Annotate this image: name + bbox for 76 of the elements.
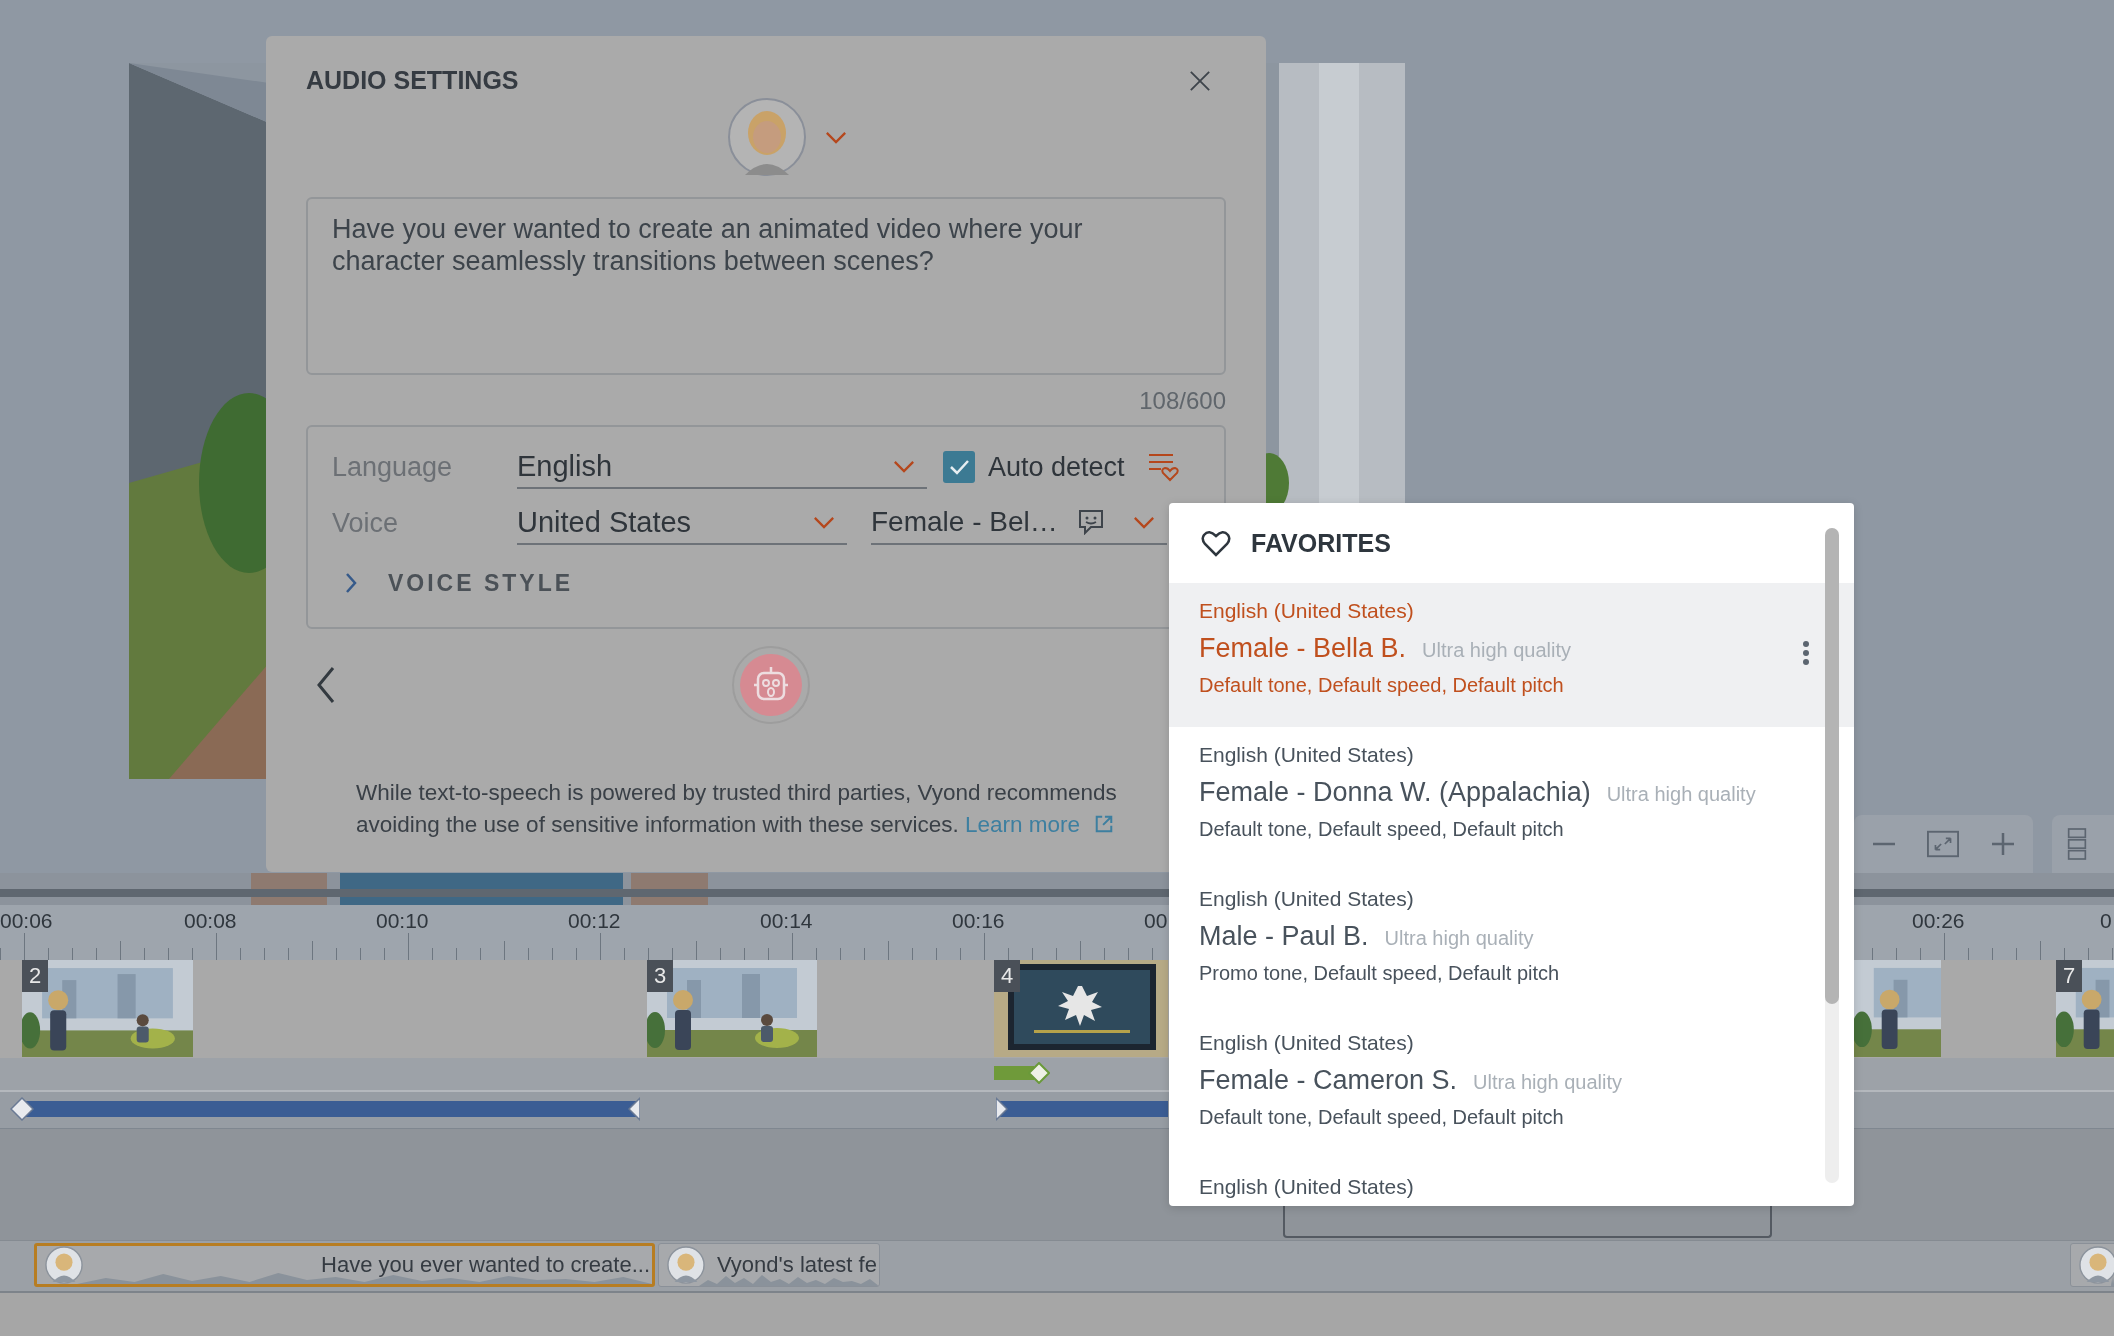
- time-label: 00:10: [376, 909, 429, 933]
- time-label: 00:12: [568, 909, 621, 933]
- external-link-icon: [1094, 814, 1115, 834]
- robot-icon[interactable]: [731, 645, 811, 725]
- scene-number: 2: [22, 960, 49, 992]
- favorites-title: FAVORITES: [1251, 528, 1391, 558]
- scrollbar-thumb[interactable]: [1825, 528, 1839, 1004]
- time-label: 0: [2100, 909, 2112, 933]
- avatar-icon: [667, 1246, 705, 1284]
- clip-title: Vyond's latest fe: [717, 1252, 877, 1278]
- more-icon[interactable]: [1802, 640, 1810, 666]
- voice-settings: Promo tone, Default speed, Default pitch: [1199, 962, 1560, 985]
- voice-language: English (United States): [1199, 599, 1414, 623]
- voice-option[interactable]: English (United States) Female - Bella B. Ultra high quality Default tone, Default speed, Default pitch: [1169, 583, 1854, 727]
- time-label: 00: [1144, 909, 1168, 933]
- character-count: 108/600: [1139, 387, 1226, 415]
- voice-language: English (United States): [1199, 743, 1414, 767]
- voice-option[interactable]: English (United States) Female - Cameron S. Ultra high quality Default tone, Default speed, Default pitch: [1169, 1015, 1854, 1159]
- voice-settings: Default tone, Default speed, Default pitch: [1199, 674, 1564, 697]
- keyframe-icon[interactable]: [1028, 1062, 1050, 1084]
- quality-label: Ultra high quality: [1473, 1071, 1623, 1094]
- voice-name: Female - Donna W. (Appalachia): [1199, 777, 1591, 808]
- field-label: Language: [332, 451, 454, 483]
- transition-bar[interactable]: [994, 1066, 1034, 1080]
- quality-label: Ultra high quality: [1606, 783, 1756, 806]
- avatar-icon[interactable]: [727, 97, 807, 177]
- voice-settings: Default tone, Default speed, Default pitch: [1199, 1106, 1564, 1129]
- voice-name: Male - Paul B.: [1199, 921, 1369, 952]
- speech-bubble-icon[interactable]: [1077, 509, 1105, 535]
- clip-title: Have you ever wanted to create...: [321, 1252, 650, 1278]
- voice-settings: Default tone, Default speed, Default pitch: [1199, 818, 1564, 841]
- voice-style-toggle[interactable]: VOICE STYLE: [332, 563, 574, 603]
- voice-name: Female - Cameron S.: [1199, 1065, 1458, 1096]
- checkbox-label: Auto detect: [988, 451, 1125, 483]
- avatar-icon: [45, 1246, 83, 1284]
- time-label: 00:26: [1912, 909, 1965, 933]
- heart-icon: [1201, 529, 1231, 557]
- favorite-list-icon[interactable]: [1146, 452, 1179, 482]
- language-dropdown[interactable]: English: [517, 445, 927, 489]
- scene-number: 4: [994, 960, 1021, 992]
- voice-option[interactable]: English (United States): [1169, 1159, 1854, 1203]
- keyframe-icon[interactable]: [996, 1097, 1008, 1121]
- checkbox[interactable]: [943, 451, 975, 483]
- voice-name: Female - Bella B.: [1199, 633, 1407, 664]
- audio-clip[interactable]: Vyond's latest fe: [658, 1243, 880, 1287]
- time-label: 00:16: [952, 909, 1005, 933]
- scene-number: 7: [2056, 960, 2083, 992]
- chevron-down-icon: [893, 459, 915, 473]
- audio-clip[interactable]: Have you ever wanted to create...: [34, 1243, 655, 1287]
- keyframe-icon[interactable]: [10, 1097, 34, 1121]
- voice-option[interactable]: English (United States) Female - Donna W. (Appalachia) Ultra high quality Default tone, Default speed, Default pitch: [1169, 727, 1854, 871]
- avatar-icon: [2079, 1246, 2114, 1284]
- time-label: 00:06: [0, 909, 53, 933]
- region-dropdown[interactable]: United States: [517, 501, 847, 545]
- chevron-down-icon: [813, 515, 835, 529]
- dialog-title: AUDIO SETTINGS: [306, 66, 519, 95]
- layout-button[interactable]: [2052, 815, 2114, 873]
- chevron-right-icon: [344, 571, 358, 595]
- fit-screen-icon[interactable]: [1927, 829, 1960, 859]
- chevron-down-icon[interactable]: [825, 130, 847, 144]
- quality-label: Ultra high quality: [1384, 927, 1534, 950]
- scrollbar[interactable]: [1825, 528, 1839, 1183]
- chevron-down-icon: [1133, 515, 1155, 529]
- time-label: 00:14: [760, 909, 813, 933]
- back-icon[interactable]: [316, 665, 336, 705]
- quality-label: Ultra high quality: [1422, 639, 1572, 662]
- field-label: Voice: [332, 507, 400, 539]
- voice-language: English (United States): [1199, 1031, 1414, 1055]
- close-icon[interactable]: [1189, 69, 1211, 92]
- time-label: 00:08: [184, 909, 237, 933]
- audio-clip[interactable]: [2070, 1243, 2114, 1287]
- keyframe-icon[interactable]: [628, 1097, 640, 1121]
- voice-language: English (United States): [1199, 1175, 1414, 1199]
- voice-dropdown[interactable]: Female - Bel…: [871, 501, 1167, 545]
- scene-number: 3: [647, 960, 674, 992]
- script-field[interactable]: Have you ever wanted to create an animated video where your character seamlessly transitions between scenes?: [306, 197, 1226, 375]
